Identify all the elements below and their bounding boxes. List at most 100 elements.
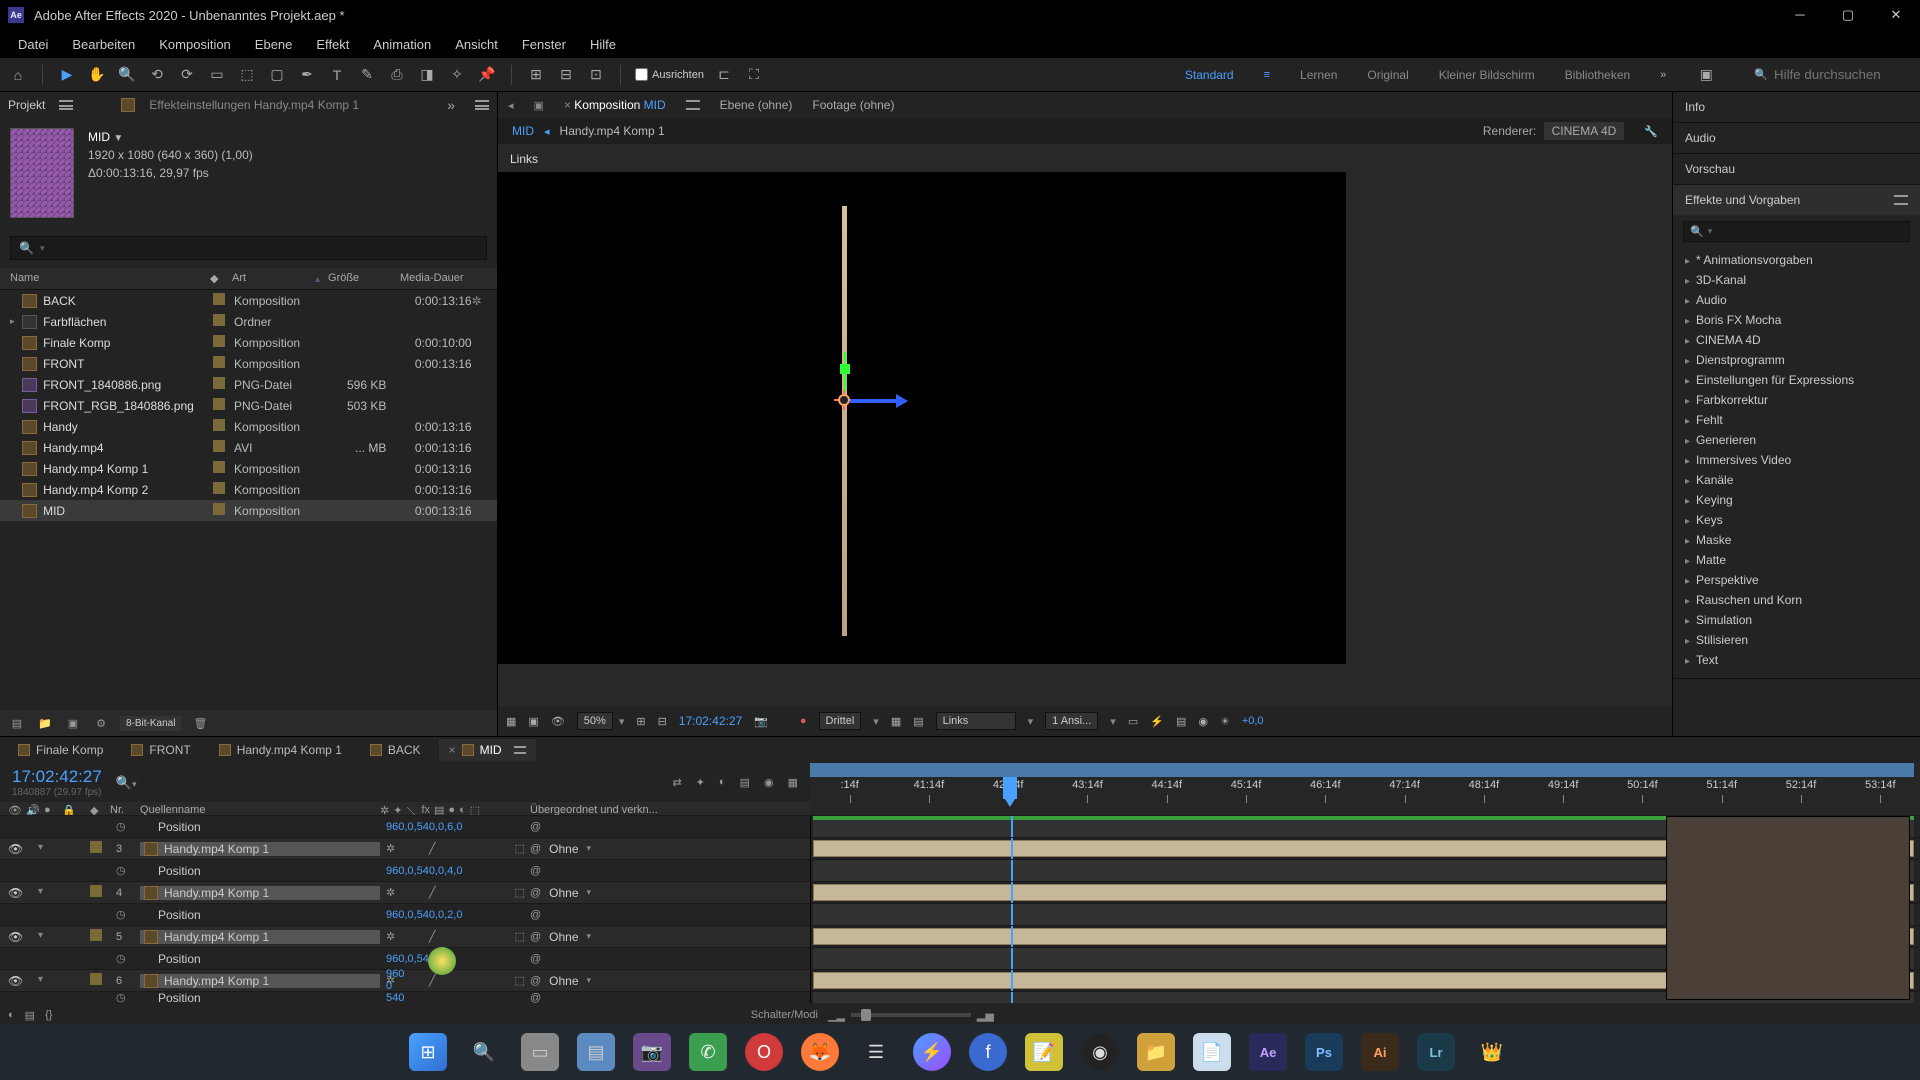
timeline-icon[interactable]: ▤ xyxy=(1176,715,1186,728)
transparent-grid-icon[interactable]: ▦ xyxy=(891,715,901,728)
project-tab-menu-icon[interactable] xyxy=(59,100,73,110)
effects-category[interactable]: Audio xyxy=(1673,290,1920,310)
clone-tool-icon[interactable]: ⎙ xyxy=(387,65,407,85)
timeline-property-row[interactable]: ◷ Position 960,0,540,0,4,0 @ xyxy=(0,859,1920,881)
snap-checkbox[interactable] xyxy=(635,68,648,81)
renderer-value[interactable]: CINEMA 4D xyxy=(1544,122,1625,140)
switches-label[interactable]: Schalter/Modi xyxy=(751,1009,818,1022)
project-item[interactable]: Finale Komp Komposition 0:00:10:00 xyxy=(0,332,497,353)
twirl-icon[interactable]: ▾ xyxy=(38,930,50,944)
effects-category[interactable]: Simulation xyxy=(1673,610,1920,630)
menu-komposition[interactable]: Komposition xyxy=(147,33,243,56)
timeline-ruler[interactable]: :14f41:14f42:14f43:14f44:14f45:14f46:14f… xyxy=(810,763,1920,815)
timeline-layer-row[interactable]: 👁▾ 6 Handy.mp4 Komp 1 ✲╱⬚ @Ohne▾ xyxy=(0,969,1920,991)
brush-tool-icon[interactable]: ✎ xyxy=(357,65,377,85)
effects-category[interactable]: CINEMA 4D xyxy=(1673,330,1920,350)
taskview-icon[interactable]: ▭ xyxy=(521,1033,559,1071)
zoom-slider[interactable] xyxy=(851,1013,971,1017)
pickwhip-icon[interactable]: @ xyxy=(530,909,541,921)
effects-category[interactable]: Maske xyxy=(1673,530,1920,550)
renderer-settings-icon[interactable]: 🔧 xyxy=(1644,125,1658,138)
project-search[interactable]: 🔍 ▾ xyxy=(10,236,487,260)
effects-category[interactable]: * Animationsvorgaben xyxy=(1673,250,1920,270)
viewer-canvas[interactable]: Links xyxy=(498,144,1672,706)
timeline-tab[interactable]: BACK xyxy=(360,739,431,761)
effects-category[interactable]: Stilisieren xyxy=(1673,630,1920,650)
timeline-tab[interactable]: FRONT xyxy=(121,739,200,761)
workspace-menu-icon[interactable]: ≡ xyxy=(1264,69,1270,81)
explorer-icon[interactable]: 📁 xyxy=(1137,1033,1175,1071)
maximize-button[interactable]: ▢ xyxy=(1832,7,1864,23)
channel-icon[interactable]: ● xyxy=(800,715,807,727)
viewer-layer-tab[interactable]: Ebene (ohne) xyxy=(720,98,793,112)
close-icon[interactable]: × xyxy=(449,743,456,757)
camera-app-icon[interactable]: 📷 xyxy=(633,1033,671,1071)
minimize-button[interactable]: ─ xyxy=(1784,7,1816,23)
stopwatch-icon[interactable]: ◷ xyxy=(116,992,126,1004)
project-item[interactable]: MID Komposition 0:00:13:16 xyxy=(0,500,497,521)
timeline-layer-row[interactable]: 👁▾ 5 Handy.mp4 Komp 1 ✲╱⬚ @Ohne▾ xyxy=(0,925,1920,947)
pickwhip-icon[interactable]: @ xyxy=(530,865,541,877)
toggle-switches-icon[interactable]: ◐ xyxy=(8,1009,15,1022)
pickwhip-icon[interactable]: @ xyxy=(530,843,541,855)
effects-search[interactable]: 🔍▾ xyxy=(1683,221,1910,242)
obs-icon[interactable]: ◉ xyxy=(1081,1033,1119,1071)
effects-category[interactable]: Fehlt xyxy=(1673,410,1920,430)
orbit-tool-icon[interactable]: ⟲ xyxy=(147,65,167,85)
pickwhip-icon[interactable]: @ xyxy=(530,953,541,965)
project-item[interactable]: FRONT_RGB_1840886.png PNG-Datei 503 KB xyxy=(0,395,497,416)
effect-controls-tab[interactable]: Effekteinstellungen Handy.mp4 Komp 1 xyxy=(149,98,359,112)
timeline-tab[interactable]: Handy.mp4 Komp 1 xyxy=(209,739,352,761)
viewer-footage-tab[interactable]: Footage (ohne) xyxy=(812,98,894,112)
snap-collapse-icon[interactable]: ⛶ xyxy=(744,65,764,85)
menu-hilfe[interactable]: Hilfe xyxy=(578,33,628,56)
messenger-icon[interactable]: ⚡ xyxy=(913,1033,951,1071)
timeline-property-row[interactable]: ◷ Position 960,0,540, @ xyxy=(0,947,1920,969)
pickwhip-icon[interactable]: @ xyxy=(530,931,541,943)
effects-category[interactable]: Perspektive xyxy=(1673,570,1920,590)
project-item[interactable]: Handy Komposition 0:00:13:16 xyxy=(0,416,497,437)
axis-view-icon[interactable]: ⊡ xyxy=(586,65,606,85)
pixel-aspect-icon[interactable]: ▭ xyxy=(1128,715,1138,728)
timeline-layer-row[interactable]: 👁▾ 3 Handy.mp4 Komp 1 ✲╱⬚ @Ohne▾ xyxy=(0,837,1920,859)
x-axis-arrow[interactable] xyxy=(896,394,908,408)
frame-blend-icon[interactable]: ▤ xyxy=(740,776,750,789)
twirl-icon[interactable]: ▾ xyxy=(38,842,50,856)
zoom-out-icon[interactable]: ▁▂ xyxy=(828,1009,845,1022)
lightroom-icon[interactable]: Lr xyxy=(1417,1033,1455,1071)
pickwhip-icon[interactable]: @ xyxy=(530,887,541,899)
effects-category[interactable]: Generieren xyxy=(1673,430,1920,450)
widgets-icon[interactable]: ▤ xyxy=(577,1033,615,1071)
pickwhip-icon[interactable]: @ xyxy=(530,821,541,833)
toggle-3d-icon[interactable]: 👁 xyxy=(551,715,565,728)
viewer-comp-tab[interactable]: × Komposition MID xyxy=(564,98,666,112)
after-effects-icon[interactable]: Ae xyxy=(1249,1033,1287,1071)
menu-datei[interactable]: Datei xyxy=(6,33,60,56)
effects-category[interactable]: Rauschen und Korn xyxy=(1673,590,1920,610)
snap-toggle[interactable]: Ausrichten xyxy=(635,68,704,81)
menu-animation[interactable]: Animation xyxy=(361,33,443,56)
project-tab[interactable]: Projekt xyxy=(8,98,45,112)
home-icon[interactable]: ⌂ xyxy=(8,65,28,85)
trash-icon[interactable]: 🗑 xyxy=(191,714,209,732)
toggle-alpha-icon[interactable]: ▦ xyxy=(506,715,516,728)
start-button[interactable]: ⊞ xyxy=(409,1033,447,1071)
timeline-layer-row[interactable]: 👁▾ 4 Handy.mp4 Komp 1 ✲╱⬚ @Ohne▾ xyxy=(0,881,1920,903)
resolution-icon[interactable]: ⊞ xyxy=(636,715,645,728)
project-item[interactable]: BACK Komposition 0:00:13:16 ✲ xyxy=(0,290,497,311)
whatsapp-icon[interactable]: ✆ xyxy=(689,1033,727,1071)
project-item[interactable]: Handy.mp4 AVI ... MB 0:00:13:16 xyxy=(0,437,497,458)
camera-dropdown[interactable]: Links xyxy=(936,712,1016,730)
menu-fenster[interactable]: Fenster xyxy=(510,33,578,56)
effects-category[interactable]: Keying xyxy=(1673,490,1920,510)
bpc-button[interactable]: 8-Bit-Kanal xyxy=(120,716,181,731)
effects-category[interactable]: Immersives Video xyxy=(1673,450,1920,470)
exposure-value[interactable]: +0,0 xyxy=(1242,715,1264,727)
shy-icon[interactable]: ◐ xyxy=(719,776,726,789)
effects-menu-icon[interactable] xyxy=(1894,195,1908,205)
sticky-notes-icon[interactable]: 📝 xyxy=(1025,1033,1063,1071)
effects-category[interactable]: Boris FX Mocha xyxy=(1673,310,1920,330)
camera-tool-icon[interactable]: ▭ xyxy=(207,65,227,85)
axis-world-icon[interactable]: ⊟ xyxy=(556,65,576,85)
timeline-search-icon[interactable]: 🔍▾ xyxy=(116,775,137,791)
